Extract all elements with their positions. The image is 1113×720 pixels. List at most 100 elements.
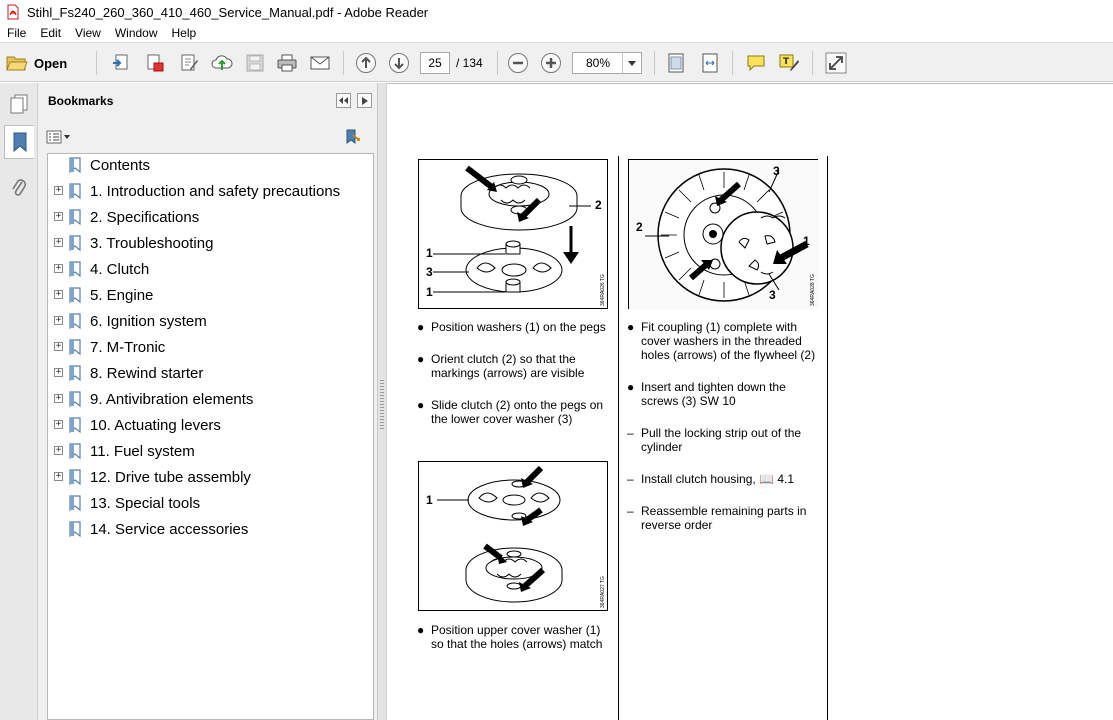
expand-toggle-icon[interactable]: +	[54, 290, 63, 299]
bookmark-icon	[69, 313, 81, 329]
open-label: Open	[34, 55, 68, 71]
bookmark-item[interactable]: +10. Actuating levers	[48, 414, 373, 440]
step-text: Position upper cover washer (1) so that …	[431, 623, 603, 651]
page-number-input[interactable]: 25	[420, 52, 450, 74]
expand-toggle-icon[interactable]: +	[54, 368, 63, 377]
bookmark-item[interactable]: +1. Introduction and safety precautions	[48, 180, 373, 206]
upload-button[interactable]	[207, 43, 237, 83]
expand-toggle-icon[interactable]: +	[54, 472, 63, 481]
next-page-button[interactable]	[385, 43, 413, 83]
bookmark-item[interactable]: +9. Antivibration elements	[48, 388, 373, 414]
expand-toggle-icon[interactable]: +	[54, 212, 63, 221]
column-divider	[827, 156, 828, 720]
menu-edit[interactable]: Edit	[33, 26, 68, 40]
bookmark-item[interactable]: +2. Specifications	[48, 206, 373, 232]
step-marker: –	[627, 472, 634, 486]
bookmark-options-button[interactable]	[46, 128, 74, 146]
expand-toggle-icon[interactable]: +	[54, 342, 63, 351]
bookmark-item[interactable]: 13. Special tools	[48, 492, 373, 518]
zoom-out-button[interactable]	[504, 43, 532, 83]
bookmark-item[interactable]: +8. Rewind starter	[48, 362, 373, 388]
bookmark-icon	[69, 469, 81, 485]
comment-button[interactable]	[742, 43, 770, 83]
collapse-panel-button[interactable]	[336, 93, 351, 108]
expand-toggle-icon[interactable]: +	[54, 316, 63, 325]
fit-page-icon	[668, 53, 684, 73]
expand-bookmark-button[interactable]	[344, 128, 366, 146]
figure-code: 364RA027 TG	[600, 576, 606, 608]
callout-label: 3	[426, 265, 433, 279]
zoom-select[interactable]: 80%	[572, 52, 642, 74]
bookmark-icon	[69, 209, 81, 225]
edit-pdf-button[interactable]	[174, 43, 204, 83]
bookmark-icon	[69, 365, 81, 381]
expand-toggle-icon[interactable]: +	[54, 446, 63, 455]
zoom-in-icon	[541, 53, 561, 73]
open-button[interactable]: Open	[6, 43, 84, 83]
bookmark-label: 10. Actuating levers	[90, 417, 221, 434]
callout-label: 2	[636, 220, 643, 234]
bookmarks-tree: Contents +1. Introduction and safety prec…	[47, 153, 374, 720]
step-marker: ●	[627, 320, 635, 334]
page-thumbnails-button[interactable]	[4, 87, 34, 121]
bookmark-icon	[69, 261, 81, 277]
previous-page-button[interactable]	[352, 43, 380, 83]
zoom-value: 80%	[585, 56, 611, 70]
expand-toggle-icon[interactable]: +	[54, 186, 63, 195]
bookmarks-button[interactable]	[4, 125, 34, 159]
chevron-down-icon[interactable]	[622, 53, 641, 73]
callout-label: 3	[769, 288, 776, 302]
combine-pdf-button[interactable]	[140, 43, 170, 83]
bookmark-icon	[69, 339, 81, 355]
splitter-grip[interactable]	[380, 380, 384, 430]
highlight-button[interactable]: T	[775, 43, 803, 83]
bookmark-item[interactable]: +4. Clutch	[48, 258, 373, 284]
menu-view[interactable]: View	[68, 26, 108, 40]
expand-toggle-icon[interactable]: +	[54, 238, 63, 247]
window-title: Stihl_Fs240_260_360_410_460_Service_Manu…	[27, 4, 429, 20]
bookmark-icon	[69, 157, 81, 173]
bookmark-item[interactable]: +3. Troubleshooting	[48, 232, 373, 258]
bookmark-item[interactable]: Contents	[48, 154, 373, 180]
figure-code: 364RA026 TG	[600, 274, 606, 306]
callout-label: 3	[773, 164, 780, 178]
fit-page-button[interactable]	[662, 43, 690, 83]
bookmark-label: 4. Clutch	[90, 261, 150, 278]
step-text: Pull the locking strip out of the cylind…	[641, 426, 802, 454]
create-pdf-button[interactable]	[106, 43, 136, 83]
print-button[interactable]	[272, 43, 302, 83]
step-marker: ●	[417, 320, 425, 334]
bookmark-item[interactable]: +5. Engine	[48, 284, 373, 310]
bookmark-item[interactable]: +11. Fuel system	[48, 440, 373, 466]
zoom-in-button[interactable]	[537, 43, 565, 83]
expand-toggle-icon[interactable]: +	[54, 420, 63, 429]
menu-file[interactable]: File	[0, 26, 33, 40]
chevron-right-icon	[361, 96, 368, 105]
bookmark-label: 7. M-Tronic	[90, 339, 166, 356]
bookmark-icon	[13, 132, 26, 153]
figure-cover-washer: 1 364RA027 TG	[418, 461, 608, 611]
bookmark-icon	[69, 521, 81, 537]
bookmark-item[interactable]: 14. Service accessories	[48, 518, 373, 544]
bookmark-item[interactable]: +7. M-Tronic	[48, 336, 373, 362]
step-text: Slide clutch (2) onto the pegs on the lo…	[431, 398, 604, 426]
expand-button[interactable]	[822, 43, 850, 83]
save-button[interactable]	[240, 43, 270, 83]
expand-toggle-icon[interactable]: +	[54, 394, 63, 403]
folder-open-icon	[6, 56, 28, 71]
panel-splitter[interactable]	[378, 83, 386, 720]
menu-window[interactable]: Window	[108, 26, 165, 40]
toolbar: Open 25 / 134 80% T	[0, 42, 1113, 82]
svg-text:T: T	[783, 57, 790, 67]
full-screen-fit-button[interactable]	[696, 43, 724, 83]
attachments-button[interactable]	[4, 171, 34, 205]
toolbar-separator	[96, 51, 97, 75]
bookmark-item[interactable]: +12. Drive tube assembly	[48, 466, 373, 492]
bookmark-item[interactable]: +6. Ignition system	[48, 310, 373, 336]
figure-flywheel-coupling: 3 2 1 3 364RA028 TG	[628, 159, 819, 310]
bookmarks-panel: Bookmarks Contents +1. Introduction and …	[38, 83, 378, 720]
email-button[interactable]	[305, 43, 335, 83]
panel-options-button[interactable]	[357, 93, 372, 108]
expand-toggle-icon[interactable]: +	[54, 264, 63, 273]
menu-help[interactable]: Help	[165, 26, 204, 40]
